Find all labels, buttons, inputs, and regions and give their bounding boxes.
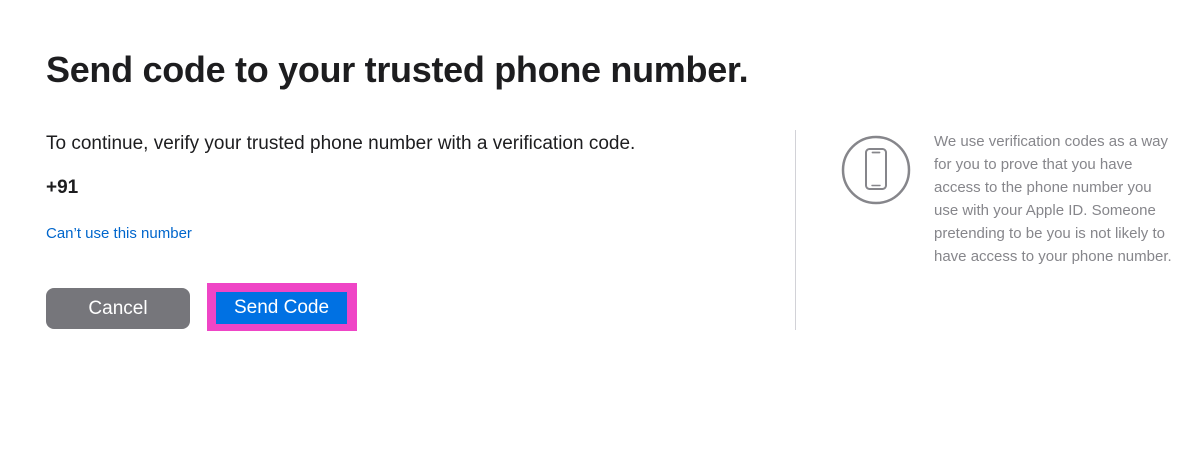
page-title: Send code to your trusted phone number. xyxy=(46,49,749,90)
instructions-text: To continue, verify your trusted phone n… xyxy=(46,133,636,154)
cancel-button[interactable]: Cancel xyxy=(46,288,190,329)
send-code-button[interactable]: Send Code xyxy=(216,292,347,324)
trusted-phone-number: +91 xyxy=(46,177,79,198)
verification-info-text: We use verification codes as a way for y… xyxy=(934,133,1172,265)
iphone-icon xyxy=(841,135,911,205)
vertical-divider xyxy=(795,130,796,330)
cant-use-number-link[interactable]: Can’t use this number xyxy=(46,224,192,244)
verification-page: Send code to your trusted phone number. … xyxy=(0,0,1200,472)
